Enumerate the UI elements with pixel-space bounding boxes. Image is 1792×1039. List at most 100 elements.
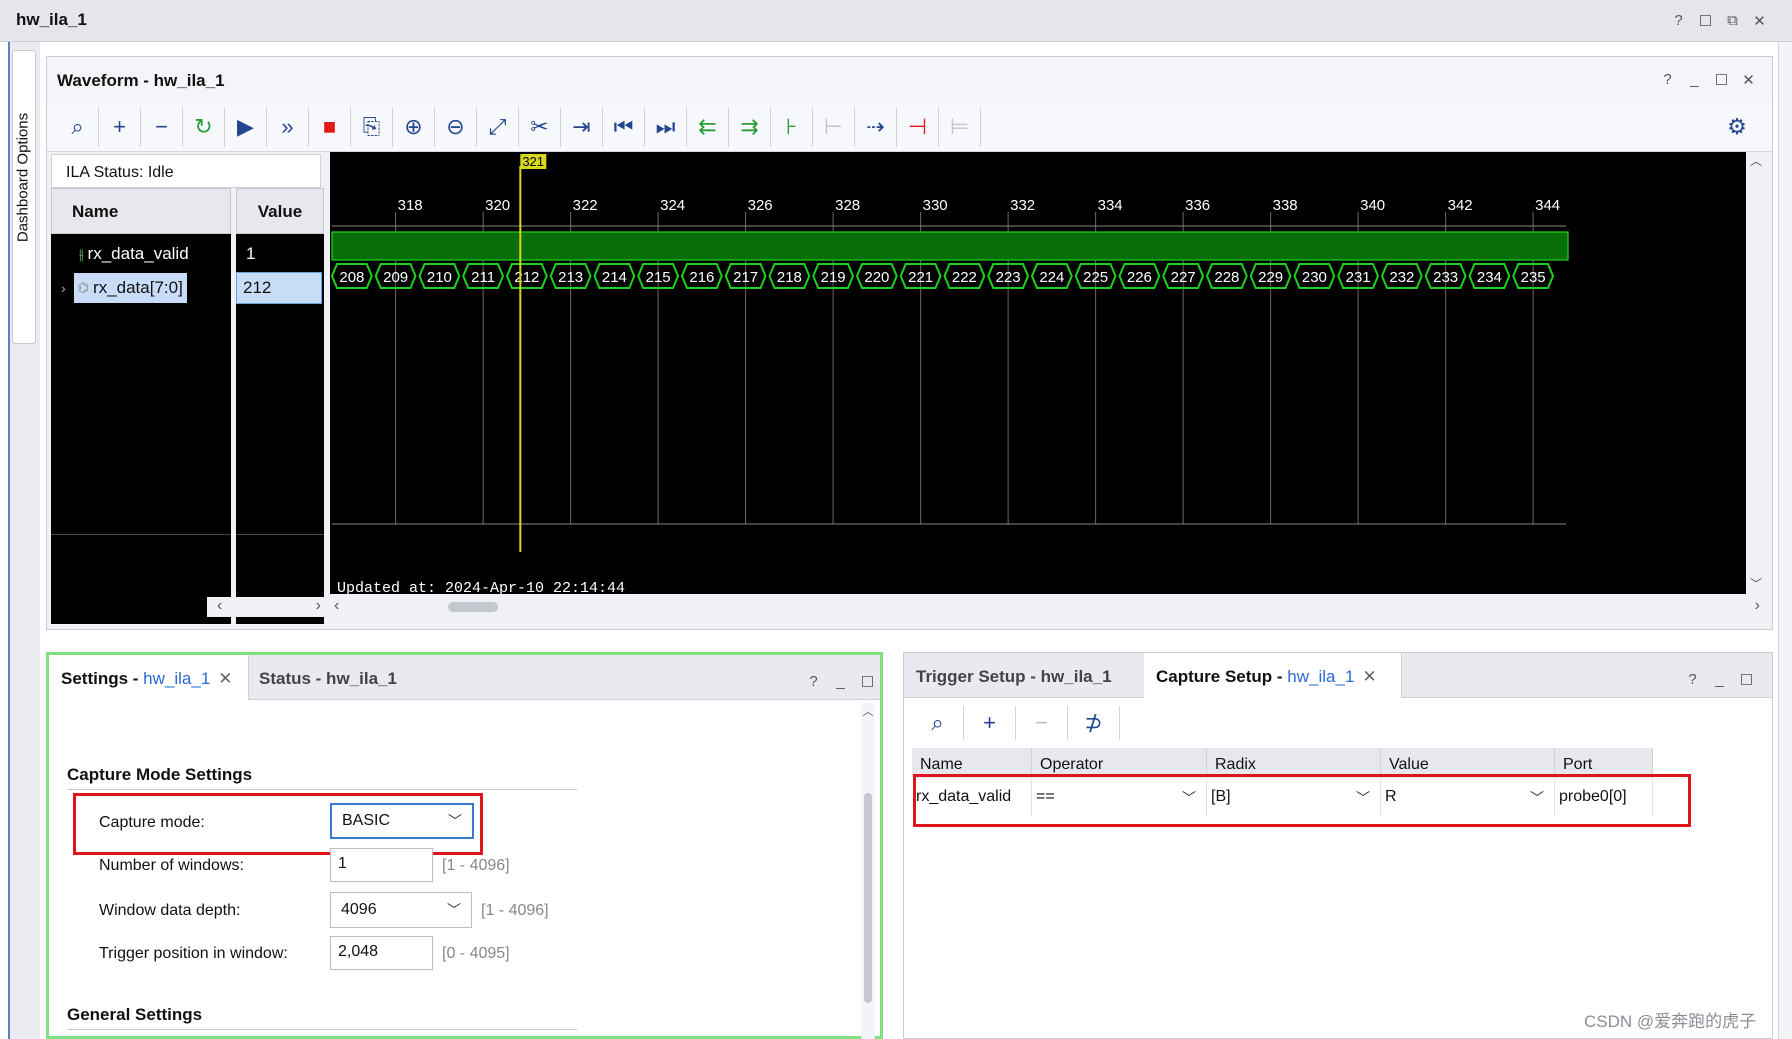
dashboard-options-tab[interactable]: Dashboard Options: [12, 50, 36, 344]
names-horizontal-scrollbar[interactable]: ‹ ›: [207, 597, 327, 617]
bus-value-label: 227: [1171, 269, 1196, 286]
waveform-canvas[interactable]: 318 320 322 324 326 328 330 332 334 336 338 340 342 3…: [330, 152, 1746, 594]
zoom-in-icon[interactable]: ⊕: [393, 106, 435, 147]
time-tick-label: 330: [923, 197, 948, 214]
zoom-fit-icon[interactable]: ⤢: [477, 106, 519, 147]
num-windows-input[interactable]: 1: [330, 848, 433, 882]
close-icon[interactable]: ✕: [1751, 12, 1768, 30]
general-settings-heading: General Settings: [67, 1005, 203, 1024]
trigger-position-label: Trigger position in window:: [99, 945, 288, 962]
close-tab-icon[interactable]: ✕: [218, 669, 232, 688]
capture-mode-label: Capture mode:: [99, 814, 205, 831]
divider: [51, 534, 231, 535]
cursor-label: 321: [522, 154, 544, 169]
capture-mode-select[interactable]: BASIC ﹀: [330, 803, 474, 839]
scroll-thumb[interactable]: [864, 793, 872, 1003]
minimize-icon[interactable]: ☐: [1697, 12, 1714, 30]
help-icon[interactable]: ?: [1659, 71, 1676, 89]
tab-settings-link[interactable]: hw_ila_1: [143, 669, 210, 688]
remove-icon[interactable]: −: [141, 106, 183, 147]
bus-value-label: 231: [1346, 269, 1371, 286]
tab-settings[interactable]: Settings - hw_ila_1 ✕: [49, 655, 249, 700]
trigger-position-input[interactable]: 2,048: [330, 936, 433, 970]
run-trigger-icon[interactable]: ▶: [225, 106, 267, 147]
tab-capture-setup[interactable]: Capture Setup - hw_ila_1 ✕: [1144, 653, 1402, 698]
name-column-header: Name: [51, 188, 231, 234]
signal-row-rx-data[interactable]: › ⌬ rx_data[7:0]: [51, 272, 231, 304]
close-tab-icon[interactable]: ✕: [1362, 667, 1376, 686]
window-controls: ? ☐ ⧉ ✕: [1670, 12, 1768, 30]
minimize-icon[interactable]: _: [1686, 71, 1703, 89]
add-marker-plus-icon[interactable]: ⊦: [771, 106, 813, 147]
previous-transition-icon[interactable]: ⏮: [603, 106, 645, 147]
ila-status: ILA Status: Idle: [51, 154, 321, 188]
waveform-horizontal-scrollbar[interactable]: ‹ ›: [330, 597, 1766, 617]
tab-settings-prefix: Settings -: [61, 669, 144, 688]
add-icon[interactable]: +: [99, 106, 141, 147]
stop-icon[interactable]: ■: [309, 106, 351, 147]
search-icon[interactable]: ⌕: [912, 706, 964, 740]
float-icon[interactable]: ⧉: [1724, 12, 1741, 30]
help-icon[interactable]: ?: [1670, 12, 1687, 30]
remove-marker-icon[interactable]: ⊣: [897, 106, 939, 147]
signal-bus-icon: ⌬: [77, 280, 90, 295]
highlight-box: [913, 774, 1691, 827]
help-icon[interactable]: ?: [805, 673, 822, 691]
add-probe-icon[interactable]: +: [964, 706, 1016, 740]
signal-row-rx-data-valid[interactable]: ⫲ rx_data_valid: [51, 238, 231, 270]
capture-mode-value: BASIC: [342, 812, 391, 829]
close-icon[interactable]: ✕: [1740, 71, 1757, 89]
zoom-out-icon[interactable]: ⊖: [435, 106, 477, 147]
snap-marker-icon[interactable]: ⇢: [855, 106, 897, 147]
outer-scrollbar[interactable]: [1778, 42, 1792, 1039]
maximize-icon[interactable]: ☐: [859, 673, 876, 691]
settings-scrollbar[interactable]: ︿: [861, 703, 875, 1039]
chevron-down-icon: ﹀: [447, 902, 461, 918]
run-trigger-immediate-icon[interactable]: ↻: [183, 106, 225, 147]
scroll-thumb[interactable]: [448, 602, 498, 612]
swap-markers-icon: ⊢: [813, 106, 855, 147]
bus-value-label: 228: [1214, 269, 1239, 286]
settings-panel: Settings - hw_ila_1 ✕ Status - hw_ila_1 ?…: [46, 652, 883, 1039]
time-tick-label: 318: [398, 197, 423, 214]
run-trigger-repeat-icon[interactable]: »: [267, 106, 309, 147]
time-tick-label: 320: [485, 197, 510, 214]
window-depth-select[interactable]: 4096 ﹀: [330, 892, 472, 928]
bus-value-label: 235: [1521, 269, 1546, 286]
tab-status[interactable]: Status - hw_ila_1: [249, 655, 439, 700]
signal-values-column: Value 1 212: [236, 188, 324, 624]
waveform-panel: Waveform - hw_ila_1 ? _ ☐ ✕ ⌕ + − ↻ ▶ » …: [46, 56, 1773, 630]
value-column-header: Value: [236, 188, 324, 234]
minimize-icon[interactable]: _: [1711, 671, 1728, 689]
next-transition-icon[interactable]: ⏭: [645, 106, 687, 147]
bus-value-label: 229: [1258, 269, 1283, 286]
trigger-position-hint: [0 - 4095]: [442, 945, 510, 962]
add-marker-icon[interactable]: ⇇: [687, 106, 729, 147]
next-marker-icon[interactable]: ⇉: [729, 106, 771, 147]
capture-toolbar: ⌕ + − ⊅: [912, 701, 1762, 745]
maximize-icon[interactable]: ☐: [1738, 671, 1755, 689]
bus-value-label: 220: [864, 269, 889, 286]
signal-value-selected: 212: [236, 272, 322, 304]
time-tick-label: 328: [835, 197, 860, 214]
bus-value-label: 216: [689, 269, 714, 286]
app-title-bar: hw_ila_1 ? ☐ ⧉ ✕: [0, 0, 1792, 42]
tab-capture-link[interactable]: hw_ila_1: [1287, 667, 1354, 686]
go-to-time-icon[interactable]: ⇥: [561, 106, 603, 147]
minimize-icon[interactable]: _: [832, 673, 849, 691]
signal-value: 1: [246, 244, 256, 263]
logic-gate-icon[interactable]: ⊅: [1068, 706, 1120, 740]
expand-chevron-icon[interactable]: ›: [61, 280, 66, 296]
capture-tab-bar: Trigger Setup - hw_ila_1 Capture Setup -…: [904, 653, 1772, 698]
window-depth-value: 4096: [341, 901, 377, 918]
maximize-icon[interactable]: ☐: [1713, 71, 1730, 89]
section-divider: [67, 789, 577, 790]
settings-panel-controls: ? _ ☐: [805, 673, 876, 691]
export-icon[interactable]: ⎘: [351, 106, 393, 147]
waveform-vertical-scrollbar[interactable]: ︿ ﹀: [1747, 152, 1765, 594]
search-icon[interactable]: ⌕: [57, 106, 99, 147]
settings-gear-icon[interactable]: ⚙: [1716, 107, 1758, 147]
tab-trigger-setup[interactable]: Trigger Setup - hw_ila_1: [904, 653, 1144, 698]
zoom-cursor-icon[interactable]: ✂: [519, 106, 561, 147]
help-icon[interactable]: ?: [1684, 671, 1701, 689]
